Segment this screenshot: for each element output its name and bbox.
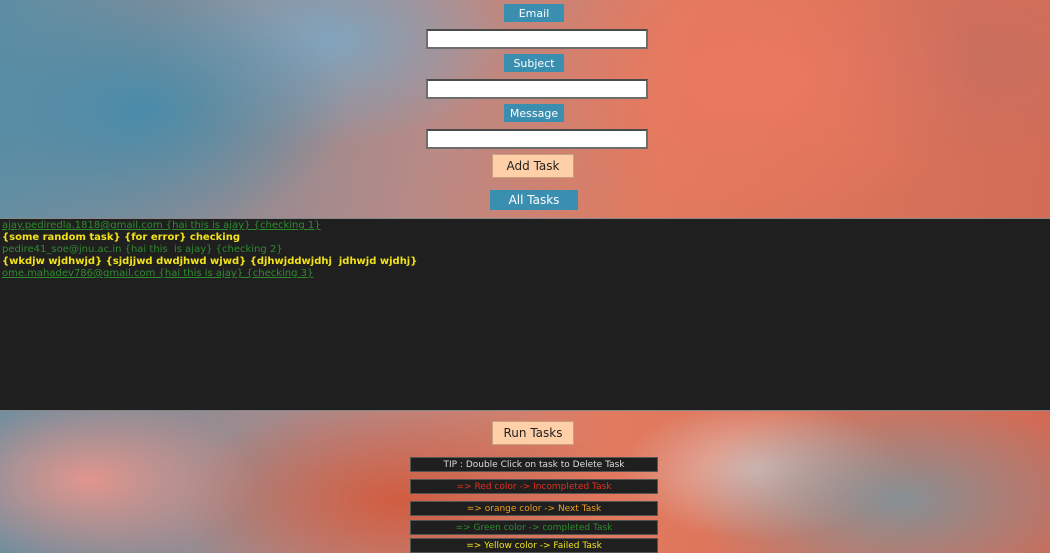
task-item[interactable]: ajay.pediredla.1818@gmail.com {hai this …	[2, 220, 321, 232]
message-label: Message	[504, 104, 564, 122]
email-field[interactable]	[426, 29, 648, 49]
run-tasks-button[interactable]: Run Tasks	[492, 421, 574, 445]
task-list[interactable]: ajay.pediredla.1818@gmail.com {hai this …	[0, 218, 1050, 411]
task-item[interactable]: ome.mahadev786@gmail.com {hai this is aj…	[2, 268, 313, 280]
subject-label: Subject	[504, 54, 564, 72]
legend-orange: => orange color -> Next Task	[410, 501, 658, 516]
tip-label: TIP : Double Click on task to Delete Tas…	[410, 457, 658, 472]
subject-field[interactable]	[426, 79, 648, 99]
legend-yellow: => Yellow color -> Failed Task	[410, 538, 658, 553]
legend-green: => Green color -> completed Task	[410, 520, 658, 535]
add-task-button[interactable]: Add Task	[492, 154, 574, 178]
all-tasks-button[interactable]: All Tasks	[490, 190, 578, 210]
email-label: Email	[504, 4, 564, 22]
task-item[interactable]: {wkdjw wjdhwjd} {sjdjjwd dwdjhwd wjwd} {…	[2, 256, 417, 268]
task-item[interactable]: pedire41_soe@jnu.ac.in {hai this is ajay…	[2, 244, 283, 256]
message-field[interactable]	[426, 129, 648, 149]
task-item[interactable]: {some random task} {for error} checking	[2, 232, 240, 244]
legend-red: => Red color -> Incompleted Task	[410, 479, 658, 494]
